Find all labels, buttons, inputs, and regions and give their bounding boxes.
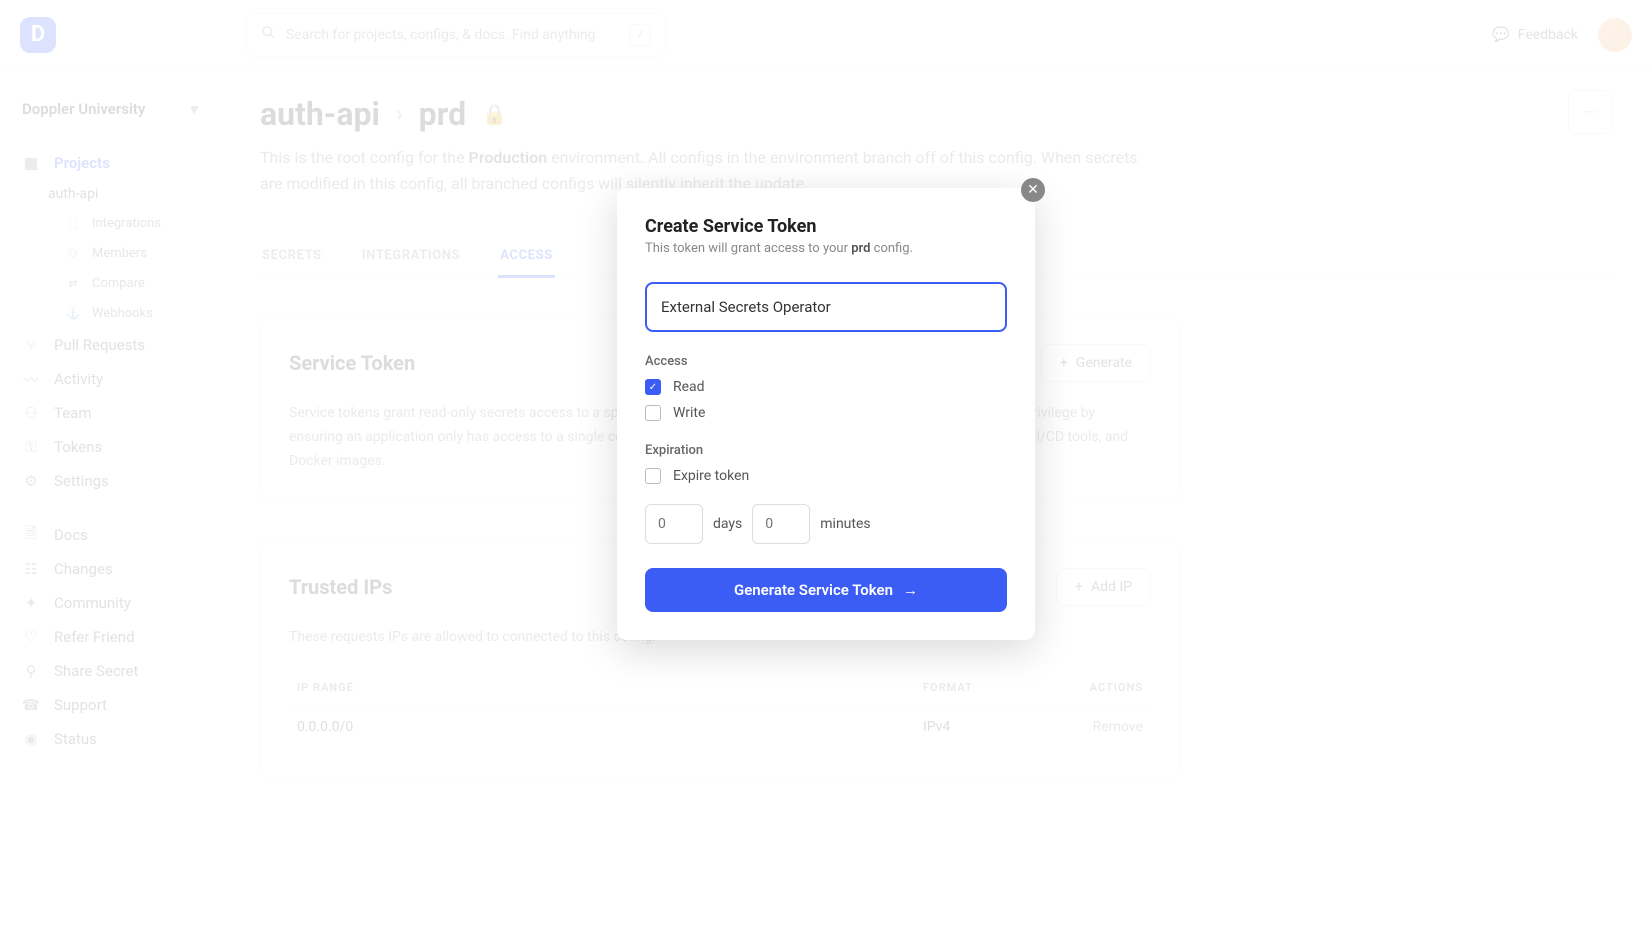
create-service-token-modal: ✕ Create Service Token This token will g… bbox=[617, 188, 1035, 640]
read-checkbox[interactable]: ✓ bbox=[645, 379, 661, 395]
token-name-input[interactable] bbox=[645, 282, 1007, 332]
modal-overlay[interactable]: ✕ Create Service Token This token will g… bbox=[0, 0, 1652, 929]
expire-token-checkbox[interactable] bbox=[645, 468, 661, 484]
modal-subtitle: This token will grant access to your prd… bbox=[645, 241, 1007, 256]
write-checkbox[interactable] bbox=[645, 405, 661, 421]
write-label: Write bbox=[673, 405, 705, 421]
arrow-right-icon: → bbox=[903, 581, 918, 599]
expire-token-checkbox-row[interactable]: Expire token bbox=[645, 468, 1007, 484]
close-icon: ✕ bbox=[1027, 182, 1039, 198]
read-label: Read bbox=[673, 379, 705, 395]
generate-service-token-button[interactable]: Generate Service Token → bbox=[645, 568, 1007, 612]
days-label: days bbox=[713, 516, 742, 532]
minutes-input[interactable] bbox=[752, 504, 810, 544]
expiration-label: Expiration bbox=[645, 443, 1007, 458]
expire-token-label: Expire token bbox=[673, 468, 749, 484]
access-label: Access bbox=[645, 354, 1007, 369]
modal-title: Create Service Token bbox=[645, 216, 1007, 237]
close-button[interactable]: ✕ bbox=[1021, 178, 1045, 202]
minutes-label: minutes bbox=[820, 516, 870, 532]
read-checkbox-row[interactable]: ✓ Read bbox=[645, 379, 1007, 395]
days-input[interactable] bbox=[645, 504, 703, 544]
duration-row: days minutes bbox=[645, 504, 1007, 544]
write-checkbox-row[interactable]: Write bbox=[645, 405, 1007, 421]
